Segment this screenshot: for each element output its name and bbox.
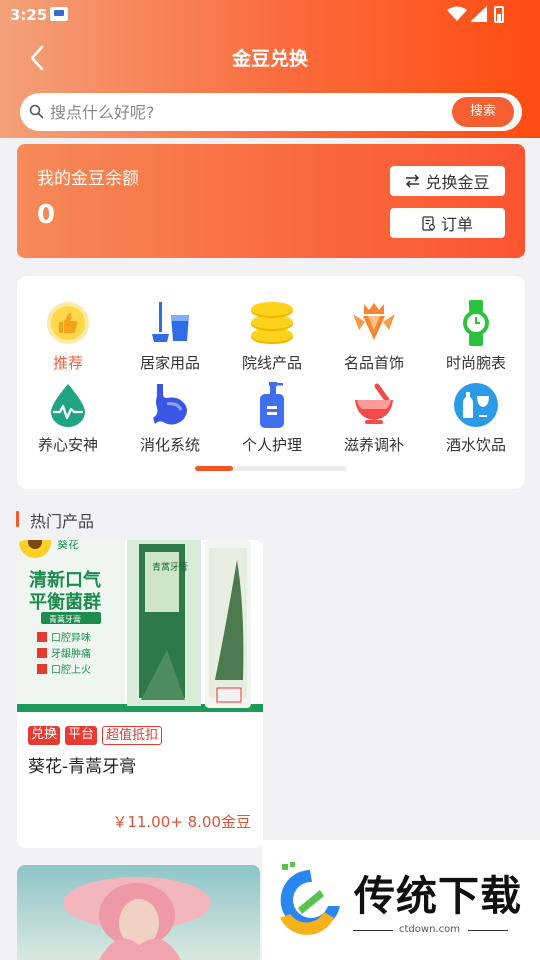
category-item-digestion[interactable]: 消化系统 <box>119 382 221 456</box>
category-item-nourish[interactable]: 滋养调补 <box>323 382 425 456</box>
watermark-logo <box>280 862 340 935</box>
page-title: 金豆兑换 <box>231 48 308 70</box>
wine-bottle-icon <box>454 383 498 427</box>
category-item-care[interactable]: 个人护理 <box>221 382 323 456</box>
category-label: 时尚腕表 <box>445 354 506 372</box>
product-price: ￥11.00+ 8.00金豆 <box>112 813 251 831</box>
category-label: 滋养调补 <box>343 436 404 454</box>
watermark-text: 传统下载 <box>354 872 522 920</box>
battery-icon <box>494 6 504 23</box>
benefit-2: 牙龈肿痛 <box>51 647 91 660</box>
category-item-calm[interactable]: 养心安神 <box>17 382 119 456</box>
section-title: 热门产品 <box>16 508 94 532</box>
tag-platform: 平台 <box>65 726 98 745</box>
product-subtitle: 青蒿牙膏 <box>49 614 81 624</box>
watch-icon <box>463 300 489 346</box>
page-indicator-active <box>195 466 233 471</box>
category-item-cinema[interactable]: 院线产品 <box>221 300 323 374</box>
product-image: 葵花 清新口气 平衡菌群 青蒿牙膏 口腔异味 牙龈肿痛 口腔上火 青蒿牙膏 <box>17 540 263 712</box>
watermark-url: ctdown.com <box>399 924 460 935</box>
order-button[interactable]: 订单 <box>390 208 505 238</box>
category-label: 名品首饰 <box>343 354 404 372</box>
thumbs-up-icon <box>47 302 89 344</box>
product-headline-1: 清新口气 <box>29 569 101 591</box>
crown-gem-icon <box>353 303 395 340</box>
pump-bottle-icon <box>260 382 284 428</box>
category-label: 消化系统 <box>139 436 200 454</box>
category-item-watch[interactable]: 时尚腕表 <box>425 300 527 374</box>
order-list-icon <box>422 215 435 231</box>
product-brand-text: 葵花 <box>57 540 79 551</box>
benefit-1: 口腔异味 <box>51 631 91 644</box>
product-tags: 兑换 平台 超值抵扣 <box>28 726 163 745</box>
notification-icon <box>50 7 68 21</box>
category-item-jewelry[interactable]: 名品首饰 <box>323 300 425 374</box>
category-panel: 推荐 居家用品 院线产品 名品首饰 时尚腕表 养心安神 消化系统 个人护理 滋养… <box>17 276 525 489</box>
category-item-drinks[interactable]: 酒水饮品 <box>425 382 527 456</box>
box-text: 青蒿牙膏 <box>152 561 188 573</box>
swap-arrows-icon <box>406 174 420 188</box>
search-icon <box>29 104 44 119</box>
tag-exchange: 兑换 <box>28 726 61 745</box>
exchange-beans-button[interactable]: 兑换金豆 <box>390 166 505 196</box>
category-item-recommend[interactable]: 推荐 <box>17 300 119 374</box>
status-time: 3:25 <box>10 6 48 24</box>
status-bar: 3:25 <box>0 0 540 32</box>
heartbeat-drop-icon <box>51 384 85 427</box>
order-label: 订单 <box>440 215 473 234</box>
header-bar: 3:25 金豆兑换 搜索 <box>0 0 540 138</box>
search-input[interactable] <box>50 98 450 126</box>
page-indicator <box>195 466 347 471</box>
category-label: 个人护理 <box>241 436 302 454</box>
benefit-3: 口腔上火 <box>51 663 91 676</box>
search-bar: 搜索 <box>20 93 522 131</box>
stomach-icon <box>153 384 187 425</box>
exchange-beans-label: 兑换金豆 <box>425 173 490 192</box>
tag-discount: 超值抵扣 <box>102 726 163 745</box>
category-label: 居家用品 <box>139 354 200 372</box>
category-label: 酒水饮品 <box>445 436 506 454</box>
category-label: 养心安神 <box>37 436 98 454</box>
category-item-home[interactable]: 居家用品 <box>119 300 221 374</box>
product-name: 葵花-青蒿牙膏 <box>28 757 137 777</box>
product-headline-2: 平衡菌群 <box>29 591 101 613</box>
product-image-2[interactable] <box>17 865 260 960</box>
watermark-divider <box>468 930 508 931</box>
coin-stack-icon <box>251 302 293 344</box>
signal-icon <box>470 6 487 22</box>
mortar-bowl-icon <box>355 383 393 424</box>
product-card[interactable]: 葵花 清新口气 平衡菌群 青蒿牙膏 口腔异味 牙龈肿痛 口腔上火 青蒿牙膏 兑换… <box>17 540 263 848</box>
balance-label: 我的金豆余额 <box>37 169 139 189</box>
category-label: 院线产品 <box>241 354 302 372</box>
balance-value: 0 <box>37 200 56 230</box>
search-button[interactable]: 搜索 <box>452 97 514 127</box>
wifi-icon <box>447 6 467 21</box>
category-label: 推荐 <box>52 354 83 372</box>
watermark: 传统下载 ctdown.com <box>262 840 540 960</box>
mop-bucket-icon <box>152 302 189 342</box>
watermark-divider <box>353 930 393 931</box>
balance-card: 我的金豆余额 0 兑换金豆 订单 <box>17 144 525 258</box>
